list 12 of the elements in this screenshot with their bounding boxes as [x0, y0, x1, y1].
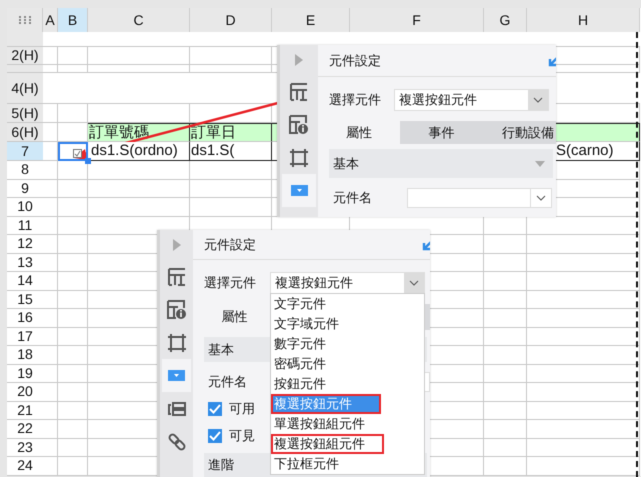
table-cell: ds1.S(ordno) [88, 142, 190, 161]
checkbox-label: 可用 [229, 400, 255, 418]
panel-title: 元件設定 [204, 236, 256, 254]
field-label: 選擇元件 [204, 274, 257, 292]
field-label: 元件名 [333, 189, 373, 207]
table-cell: 訂單號碼 [88, 123, 190, 142]
table-cell: 訂單日 [190, 123, 272, 142]
table-cell: ds1.S( [190, 142, 272, 161]
field-label: 元件名 [208, 372, 248, 391]
field-label: 選擇元件 [329, 91, 382, 109]
panel-title: 元件設定 [329, 52, 381, 70]
checkbox-label: 可見 [229, 427, 255, 446]
